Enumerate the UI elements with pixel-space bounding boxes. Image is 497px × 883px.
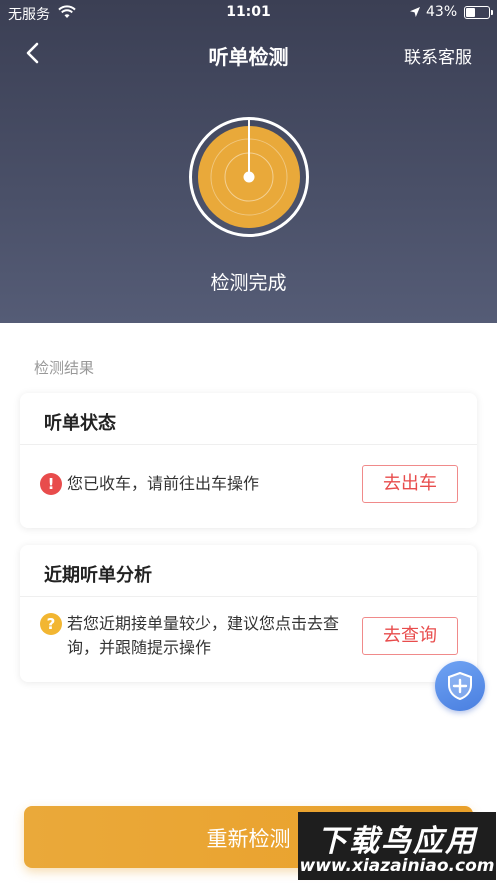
card-title: 听单状态 (44, 413, 116, 434)
clock: 11:01 (226, 4, 271, 20)
go-depart-button[interactable]: 去出车 (362, 465, 458, 503)
contact-support-link[interactable]: 联系客服 (404, 43, 472, 68)
go-query-button[interactable]: 去查询 (362, 617, 458, 655)
battery-percent: 43% (426, 4, 458, 20)
divider (20, 596, 477, 597)
detection-status: 检测完成 (210, 272, 287, 294)
listen-status-card: 听单状态 ! 您已收车，请前往出车操作 去出车 (20, 393, 477, 528)
watermark-logo: 下载鸟应用 www.xiazainiao.com (298, 812, 496, 880)
card-title: 近期听单分析 (44, 565, 152, 586)
header-banner: 无服务 11:01 43% 听单检测 联系客服 检测完成 (0, 0, 497, 323)
shield-plus-button[interactable] (435, 661, 485, 711)
section-label: 检测结果 (34, 359, 95, 377)
exclamation-icon: ! (40, 473, 62, 495)
watermark-title: 下载鸟应用 (317, 824, 477, 859)
divider (20, 444, 477, 445)
battery-level (466, 8, 475, 17)
radar-icon (189, 117, 309, 237)
battery-tip (491, 10, 493, 15)
card-message: 您已收车，请前往出车操作 (67, 474, 260, 493)
nav-bar: 听单检测 联系客服 (0, 30, 497, 76)
recent-analysis-card: 近期听单分析 ? 若您近期接单量较少，建议您点击去查询，并跟随提示操作 去查询 (20, 545, 477, 682)
location-arrow-icon (410, 7, 420, 17)
watermark-url: www.xiazainiao.com (299, 856, 495, 876)
shield-plus-icon (448, 671, 472, 701)
battery-icon (464, 6, 490, 19)
question-icon: ? (40, 613, 62, 635)
status-bar: 无服务 11:01 43% (0, 0, 497, 26)
card-message: 若您近期接单量较少，建议您点击去查询，并跟随提示操作 (67, 614, 340, 657)
